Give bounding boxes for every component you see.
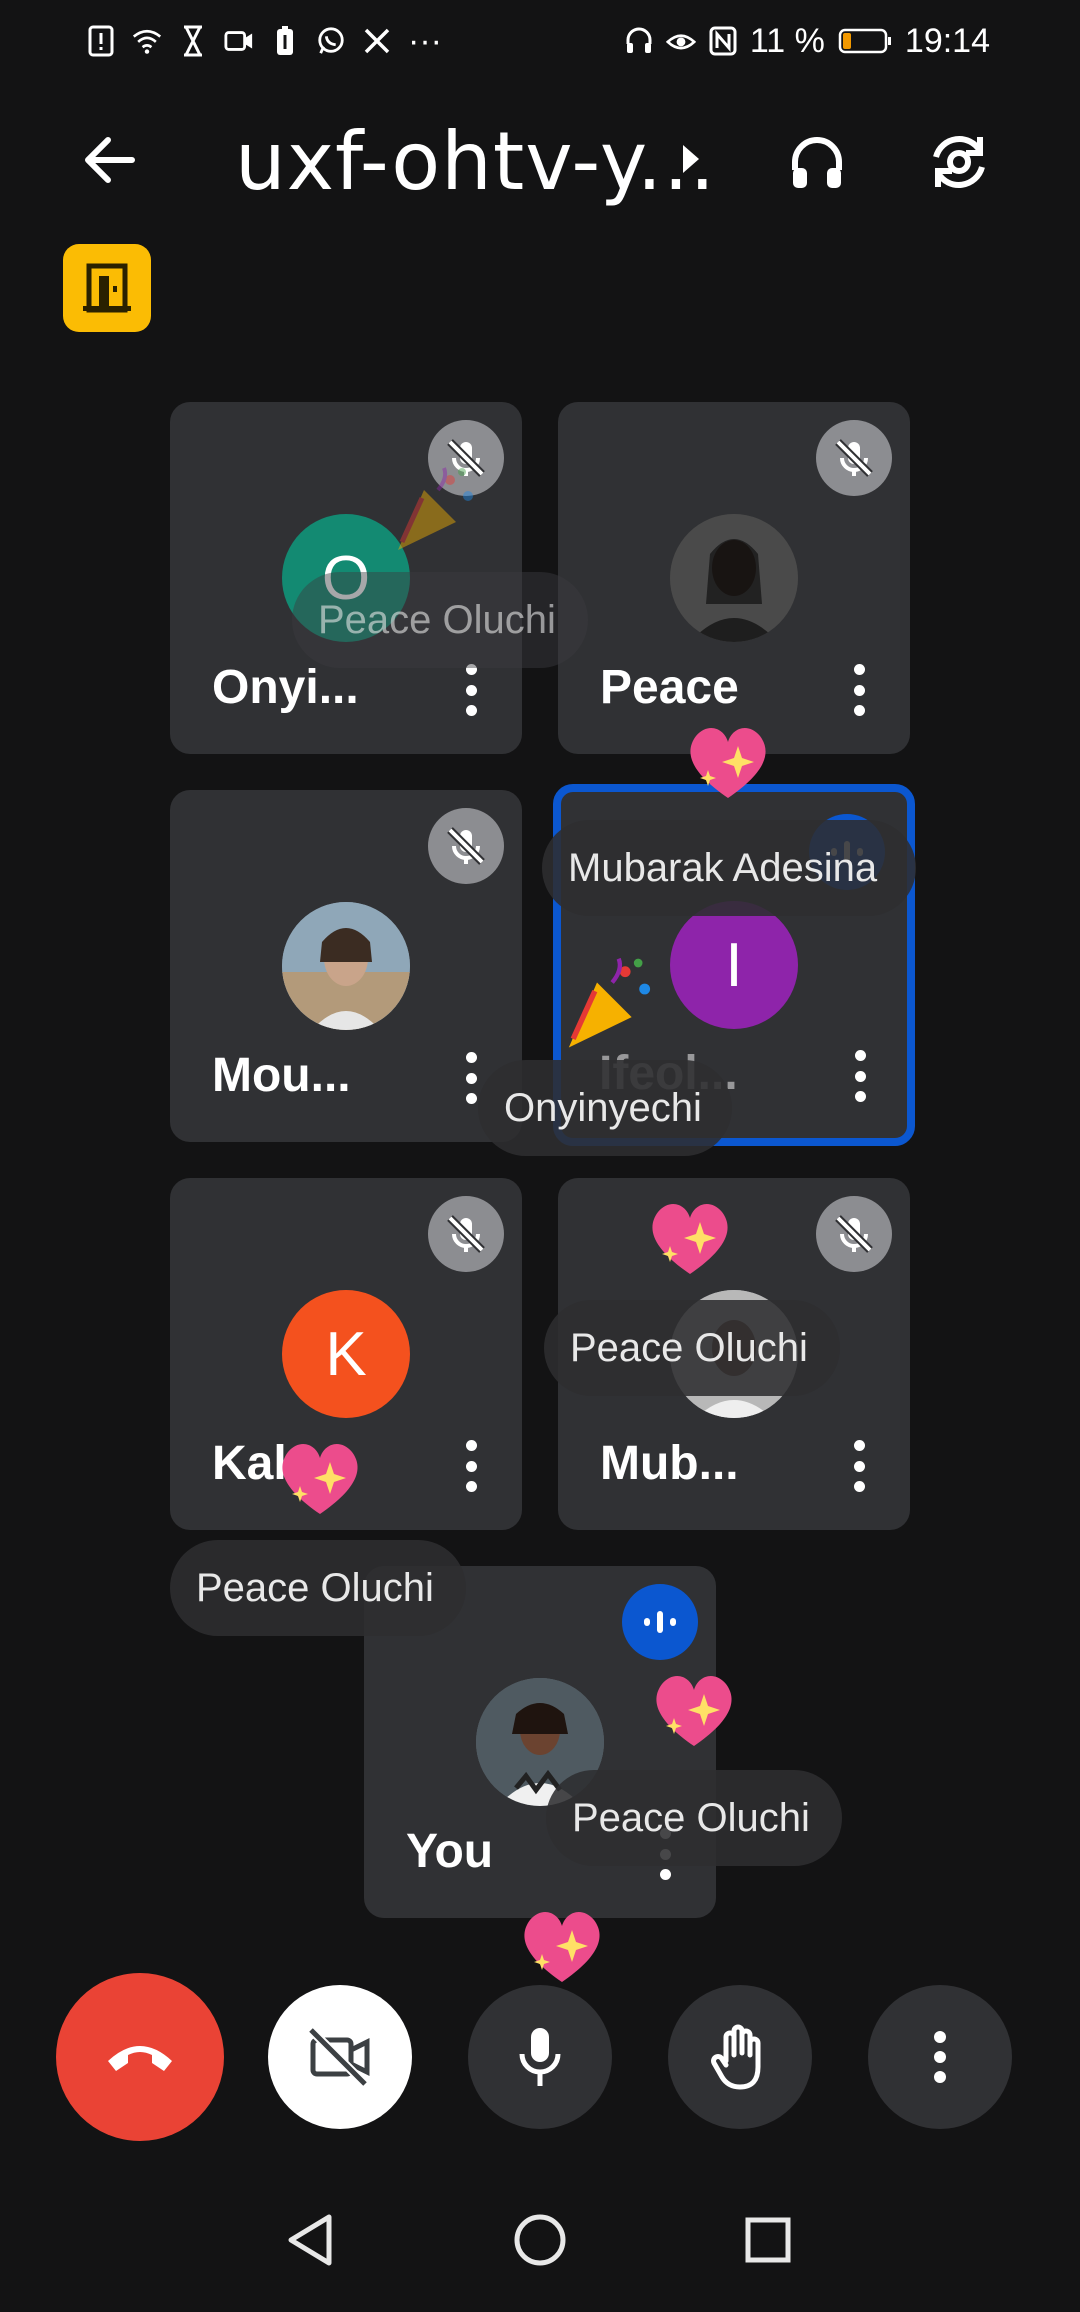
participant-tile-peace[interactable]: Peace [558, 402, 910, 754]
tile-more-options-button[interactable] [464, 664, 478, 716]
microphone-toggle-button[interactable] [468, 1985, 612, 2129]
sparkling-heart-icon [524, 1912, 600, 1982]
tile-more-options-button[interactable] [464, 1440, 478, 1492]
arrow-back-icon [85, 137, 135, 183]
reaction-name-chip: Peace Oluchi [170, 1540, 466, 1636]
avatar-photo [282, 902, 410, 1030]
more-options-button[interactable] [868, 1985, 1012, 2129]
reaction-name-chip: Mubarak Adesina [542, 820, 916, 916]
status-overflow: ··· [408, 21, 442, 60]
tile-more-options-button[interactable] [852, 1440, 866, 1492]
mic-off-icon [816, 1196, 892, 1272]
avatar: K [282, 1290, 410, 1418]
participant-name: Onyi... [212, 661, 359, 714]
avatar: I [670, 901, 798, 1029]
tile-more-options-button[interactable] [852, 664, 866, 716]
video-icon [224, 26, 254, 56]
more-vert-icon [934, 2031, 946, 2083]
camera-toggle-button[interactable] [268, 1985, 412, 2129]
reaction-name-chip: Peace Oluchi [546, 1770, 842, 1866]
end-call-button[interactable] [56, 1973, 224, 2141]
square-recents-icon [745, 2217, 791, 2263]
headphones-icon [792, 137, 842, 188]
meeting-title[interactable]: uxf-ohtv-y... [235, 115, 716, 208]
party-popper-icon [568, 957, 651, 1048]
participant-name: Mou... [212, 1049, 351, 1102]
party-popper-icon [398, 467, 473, 550]
speaking-indicator-icon [622, 1584, 698, 1660]
nav-back-button[interactable] [280, 2210, 340, 2270]
eye-icon [665, 26, 696, 56]
caret-right-icon[interactable] [683, 145, 699, 173]
nav-home-button[interactable] [510, 2210, 570, 2270]
clock: 19:14 [904, 21, 990, 60]
reaction-name-chip: Peace Oluchi [544, 1300, 840, 1396]
raise-hand-button[interactable] [668, 1985, 812, 2129]
sparkling-heart-icon [652, 1204, 728, 1274]
whatsapp-icon [316, 26, 346, 56]
leave-door-badge[interactable] [63, 244, 151, 332]
reaction-name-chip: Onyinyechi [478, 1060, 732, 1156]
participant-name: Mub... [600, 1437, 739, 1490]
switch-camera-button[interactable] [922, 125, 996, 199]
status-bar-right-icons: 11 % 19:14 [624, 18, 990, 64]
battery-saver-icon [270, 26, 300, 56]
hourglass-icon [178, 25, 208, 57]
status-bar: ··· 11 % 19:14 [0, 0, 1080, 80]
microphone-icon [519, 2028, 561, 2086]
video-off-icon [307, 2026, 370, 2088]
reaction-name-chip: Peace Oluchi [292, 572, 588, 668]
back-button[interactable] [80, 130, 140, 190]
triangle-back-icon [288, 2214, 332, 2266]
audio-output-button[interactable] [780, 125, 854, 199]
x-icon [362, 26, 392, 56]
sparkling-heart-icon [690, 728, 766, 798]
circle-home-icon [514, 2214, 566, 2266]
nfc-icon [708, 26, 738, 56]
sparkling-heart-icon [282, 1444, 358, 1514]
avatar-photo [670, 514, 798, 642]
participant-name: Peace [600, 661, 739, 714]
wifi-icon [132, 26, 162, 56]
raise-hand-icon [711, 2024, 761, 2090]
battery-icon [837, 26, 893, 56]
camera-switch-icon [933, 136, 985, 188]
tile-more-options-button[interactable] [464, 1052, 478, 1104]
participant-name: You [406, 1825, 494, 1878]
mic-off-icon [816, 420, 892, 496]
tile-more-options-button[interactable] [853, 1050, 867, 1102]
participant-tile-mou[interactable]: Mou... [170, 790, 522, 1142]
hang-up-icon [108, 2046, 172, 2071]
battery-percent: 11 % [749, 21, 825, 60]
status-bar-left-icons: ··· [86, 18, 442, 64]
headset-icon [624, 26, 654, 56]
mic-off-icon [428, 1196, 504, 1272]
nav-recents-button[interactable] [738, 2210, 798, 2270]
mic-off-icon [428, 808, 504, 884]
sparkling-heart-icon [656, 1676, 732, 1746]
door-icon [83, 263, 131, 313]
alert-icon [86, 25, 116, 57]
